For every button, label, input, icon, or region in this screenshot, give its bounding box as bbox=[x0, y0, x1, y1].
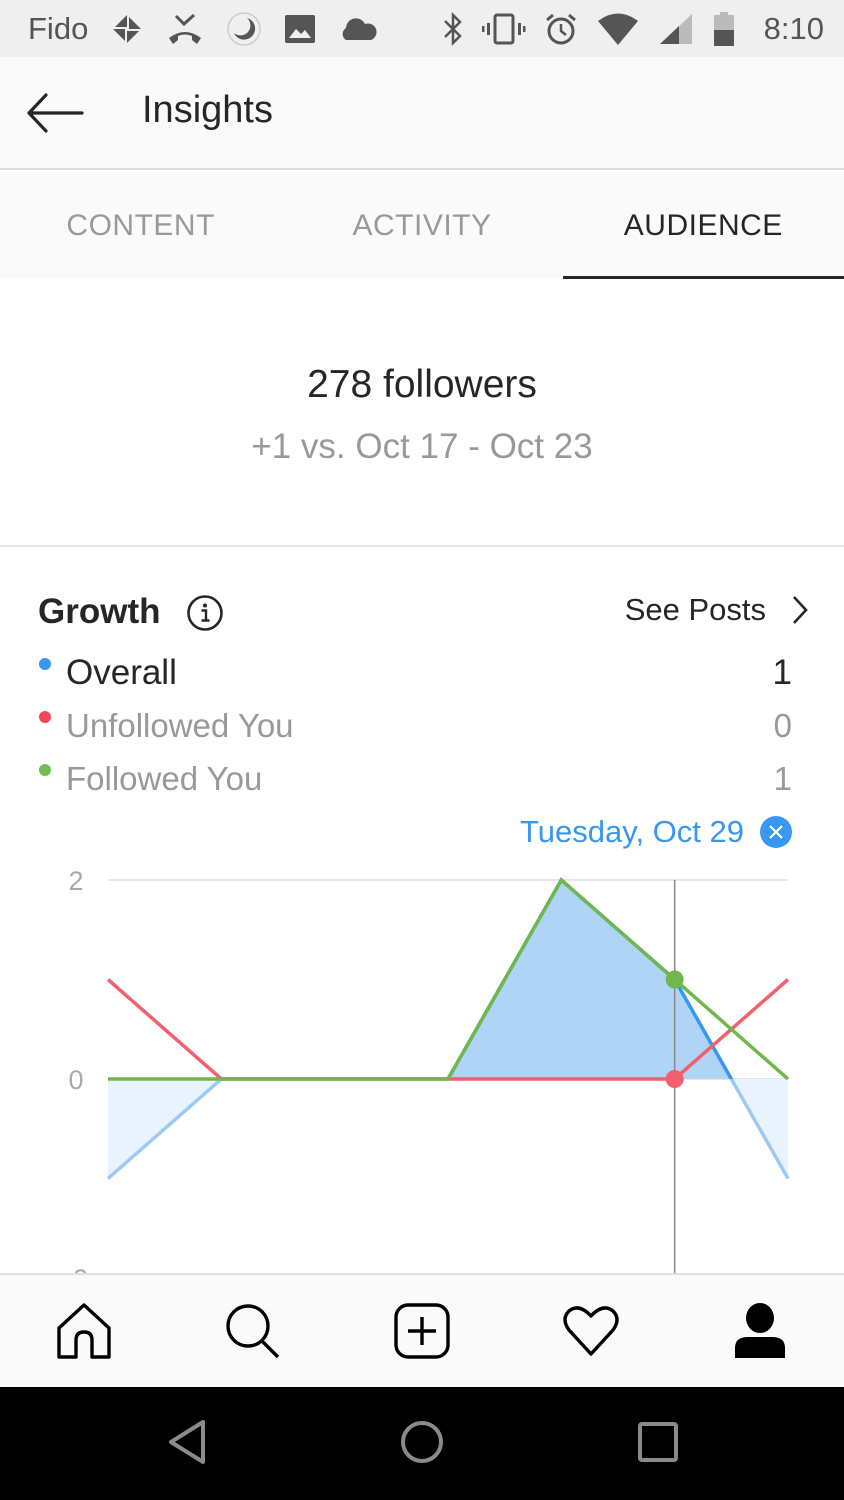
legend-item-followed: Followed You 1 bbox=[38, 752, 792, 805]
legend-label: Unfollowed You bbox=[66, 706, 294, 744]
legend-dot-overall bbox=[39, 658, 51, 670]
android-home-button[interactable] bbox=[387, 1407, 457, 1477]
legend-dot-followed bbox=[39, 764, 51, 776]
legend-item-overall: Overall 1 bbox=[38, 646, 792, 699]
arrow-left-icon bbox=[27, 93, 84, 133]
image-icon bbox=[284, 13, 316, 45]
tab-bar: CONTENT ACTIVITY AUDIENCE bbox=[0, 172, 844, 279]
y-tick-label: 2 bbox=[68, 866, 83, 896]
chevron-right-icon bbox=[793, 596, 808, 624]
missed-call-icon bbox=[166, 12, 204, 46]
growth-chart-svg: 20-2 bbox=[64, 866, 790, 1274]
selected-point-unfollowed bbox=[665, 1070, 684, 1088]
tab-activity[interactable]: ACTIVITY bbox=[281, 172, 562, 279]
growth-header: Growth See Posts bbox=[38, 588, 808, 638]
growth-title: Growth bbox=[38, 592, 161, 631]
bluetooth-icon bbox=[442, 11, 464, 46]
growth-chart[interactable]: 20-2 bbox=[0, 860, 844, 1274]
followers-count: 278 followers bbox=[307, 363, 537, 406]
tab-content[interactable]: CONTENT bbox=[0, 172, 281, 279]
cell-signal-icon bbox=[658, 12, 694, 46]
recents-square-icon bbox=[638, 1422, 678, 1462]
overall-area-positive bbox=[108, 880, 788, 1079]
plus-square-icon bbox=[394, 1303, 450, 1359]
nav-home[interactable] bbox=[0, 1275, 169, 1387]
home-icon bbox=[57, 1303, 112, 1359]
legend-dot-unfollowed bbox=[39, 711, 51, 723]
nav-search[interactable] bbox=[169, 1275, 338, 1387]
see-posts-link[interactable]: See Posts bbox=[625, 588, 808, 632]
android-recents-button[interactable] bbox=[623, 1407, 693, 1477]
search-icon bbox=[226, 1304, 280, 1359]
y-tick-label: 0 bbox=[68, 1065, 83, 1095]
legend-value: 1 bbox=[772, 652, 792, 692]
clear-selection-button[interactable] bbox=[760, 816, 792, 848]
legend-label: Followed You bbox=[66, 759, 263, 797]
nav-new-post[interactable] bbox=[338, 1275, 507, 1387]
vibrate-icon bbox=[481, 12, 526, 46]
home-circle-icon bbox=[401, 1421, 443, 1463]
page-title: Insights bbox=[142, 89, 273, 131]
heart-icon bbox=[563, 1306, 619, 1356]
carrier-name: Fido bbox=[28, 10, 89, 46]
close-icon bbox=[769, 825, 783, 839]
see-posts-label: See Posts bbox=[624, 592, 766, 627]
back-button[interactable] bbox=[24, 85, 86, 141]
wifi-icon bbox=[596, 12, 640, 46]
pinwheel-icon bbox=[110, 12, 144, 46]
back-triangle-icon bbox=[169, 1420, 205, 1464]
info-icon bbox=[187, 595, 223, 631]
legend-label: Overall bbox=[66, 652, 177, 692]
status-bar: Fido 8:10 bbox=[0, 0, 844, 57]
bottom-nav bbox=[0, 1273, 844, 1387]
clock: 8:10 bbox=[763, 10, 824, 46]
nav-profile[interactable] bbox=[675, 1275, 844, 1387]
tab-audience[interactable]: AUDIENCE bbox=[562, 172, 844, 279]
growth-legend: Overall 1 Unfollowed You 0 Followed You … bbox=[38, 646, 792, 805]
cloud-icon bbox=[338, 16, 378, 42]
battery-icon bbox=[712, 11, 736, 47]
followers-delta: +1 vs. Oct 17 - Oct 23 bbox=[251, 427, 593, 466]
android-nav-bar bbox=[0, 1387, 844, 1500]
selected-point-followed bbox=[665, 970, 684, 989]
profile-icon bbox=[734, 1303, 785, 1358]
selected-date: Tuesday, Oct 29 bbox=[520, 812, 792, 852]
alarm-icon bbox=[544, 12, 578, 46]
do-not-disturb-moon-icon bbox=[226, 11, 262, 47]
info-button[interactable] bbox=[186, 594, 224, 632]
followers-summary: 278 followers +1 vs. Oct 17 - Oct 23 bbox=[0, 279, 844, 547]
legend-value: 1 bbox=[773, 759, 792, 797]
nav-activity[interactable] bbox=[506, 1275, 675, 1387]
app-bar: Insights bbox=[0, 57, 844, 170]
legend-value: 0 bbox=[773, 706, 792, 744]
selected-date-label: Tuesday, Oct 29 bbox=[520, 814, 744, 849]
android-back-button[interactable] bbox=[152, 1407, 222, 1477]
legend-item-unfollowed: Unfollowed You 0 bbox=[38, 699, 792, 752]
